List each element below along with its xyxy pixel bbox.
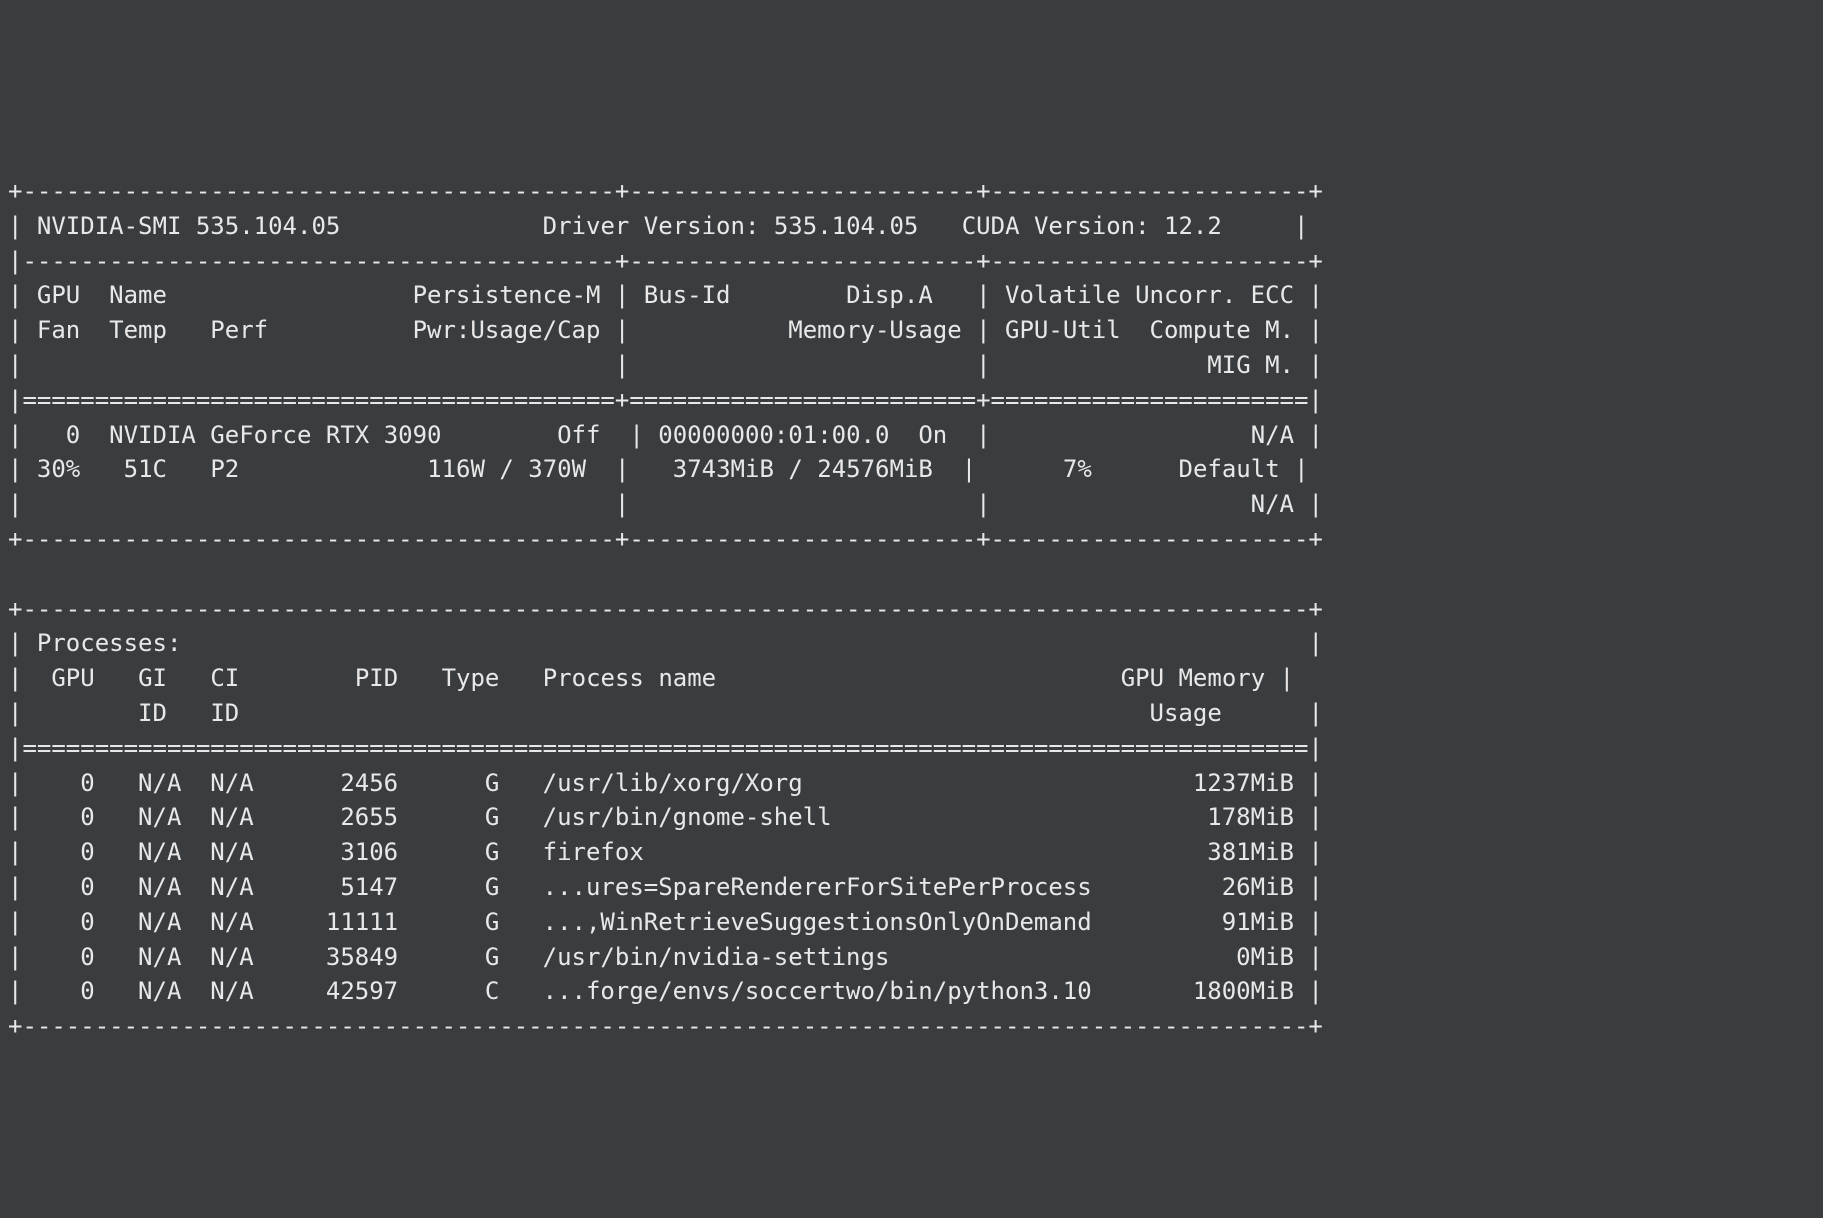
nvidia-smi-output: +---------------------------------------… [0, 174, 1823, 1044]
gpu-busid: 00000000:01:00.0 [658, 421, 889, 449]
proc-hdr-gpu: GPU [51, 664, 94, 692]
gpu-compute: Default [1179, 455, 1280, 483]
processes-title: Processes: [37, 629, 182, 657]
proc-hdr-ci2: ID [210, 699, 239, 727]
smi-version: 535.104.05 [196, 212, 341, 240]
gpu-temp: 51C [124, 455, 167, 483]
gpu-util: 7% [1063, 455, 1092, 483]
driver-label: Driver Version: [543, 212, 760, 240]
proc-hdr-mem2: Usage [1150, 699, 1222, 727]
col-3-row-2: GPU-Util Compute M. [1005, 316, 1294, 344]
cuda-label: CUDA Version: [962, 212, 1150, 240]
col-2-row-2: Memory-Usage [788, 316, 961, 344]
gpu-persistence: Off [557, 421, 600, 449]
gpu-mem: 3743MiB / 24576MiB [673, 455, 933, 483]
gpu-index: 0 [66, 421, 80, 449]
driver-version: 535.104.05 [774, 212, 919, 240]
gpu-fan: 30% [37, 455, 80, 483]
proc-hdr-mem: GPU Memory [1121, 664, 1266, 692]
gpu-name: NVIDIA GeForce RTX 3090 [109, 421, 441, 449]
col-1-row-2: Fan Temp Perf Pwr:Usage/Cap [37, 316, 601, 344]
proc-hdr-name: Process name [543, 664, 716, 692]
col-3-row-3: MIG M. [1207, 351, 1294, 379]
proc-hdr-pid: PID [355, 664, 398, 692]
gpu-mig: N/A [1251, 490, 1294, 518]
col-1-row-1: GPU Name Persistence-M [37, 281, 601, 309]
gpu-uncorr-ecc: N/A [1251, 421, 1294, 449]
proc-hdr-gi2: ID [138, 699, 167, 727]
smi-label: NVIDIA-SMI [37, 212, 182, 240]
gpu-pwr: 116W / 370W [427, 455, 586, 483]
cuda-version: 12.2 [1164, 212, 1222, 240]
top-rule: +---------------------------------------… [8, 177, 1323, 205]
col-2-row-1: Bus-Id Disp.A [644, 281, 933, 309]
proc-hdr-gi: GI [138, 664, 167, 692]
gpu-perf: P2 [210, 455, 239, 483]
proc-hdr-type: Type [442, 664, 500, 692]
gpu-dispA: On [918, 421, 947, 449]
col-3-row-1: Volatile Uncorr. ECC [1005, 281, 1294, 309]
proc-hdr-ci: CI [210, 664, 239, 692]
